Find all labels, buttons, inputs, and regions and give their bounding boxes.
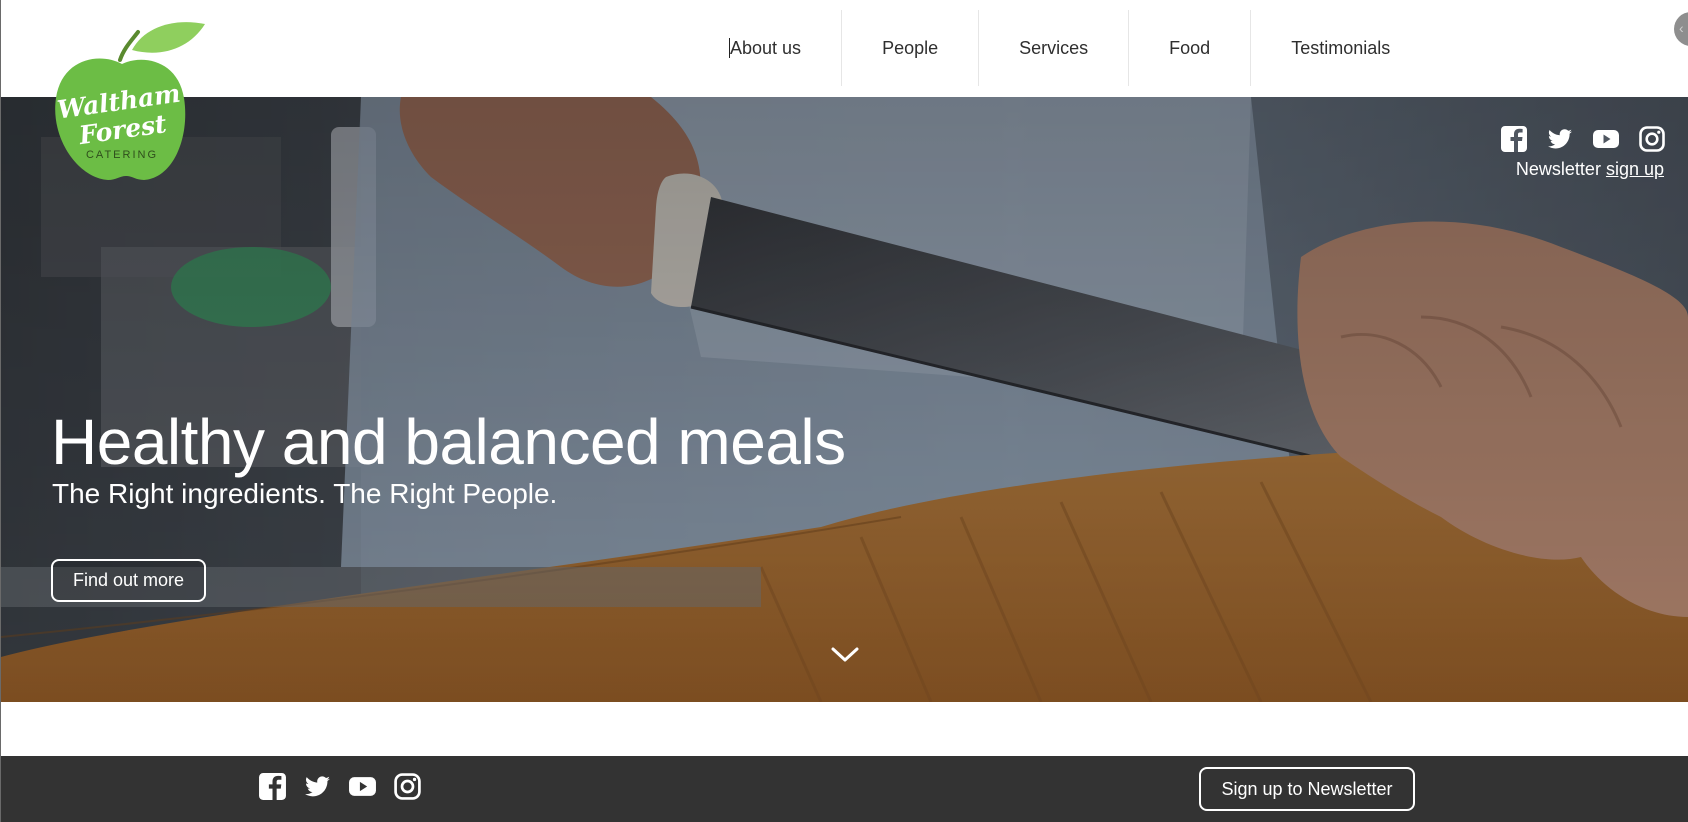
- footer-bar: Sign up to Newsletter: [0, 756, 1688, 822]
- facebook-icon[interactable]: [1500, 125, 1528, 153]
- instagram-icon[interactable]: [1638, 125, 1666, 153]
- newsletter-signup-button[interactable]: Sign up to Newsletter: [1199, 767, 1415, 811]
- nav-services-label: Services: [1019, 37, 1089, 58]
- youtube-icon[interactable]: [1592, 125, 1620, 153]
- main-nav: About us People Services Food Testimonia…: [690, 10, 1430, 86]
- find-out-more-button[interactable]: Find out more: [51, 559, 206, 602]
- chevron-down-icon[interactable]: [830, 645, 860, 665]
- nav-testimonials-label: Testimonials: [1291, 37, 1391, 58]
- nav-people[interactable]: People: [842, 10, 980, 86]
- nav-about-us-label: About us: [730, 37, 802, 58]
- newsletter-signup-link[interactable]: sign up: [1606, 159, 1664, 179]
- footer-social-links: [258, 772, 422, 801]
- newsletter-signup-top: Newsletter sign up: [1516, 159, 1664, 180]
- site-header: About us People Services Food Testimonia…: [0, 0, 1688, 97]
- chevron-left-icon: ‹: [1679, 20, 1684, 36]
- side-panel-tab[interactable]: ‹: [1674, 12, 1688, 46]
- nav-services[interactable]: Services: [979, 10, 1130, 86]
- twitter-icon[interactable]: [1546, 125, 1574, 153]
- hero-subtitle: The Right ingredients. The Right People.: [52, 478, 558, 509]
- nav-people-label: People: [882, 37, 939, 58]
- brand-logo[interactable]: Waltham Forest CATERING: [50, 18, 210, 186]
- hero-photo: [1, 97, 1688, 702]
- find-out-more-label: Find out more: [72, 570, 185, 590]
- newsletter-text: Newsletter: [1515, 159, 1601, 179]
- hero-title: Healthy and balanced meals: [51, 406, 846, 478]
- facebook-icon[interactable]: [258, 772, 287, 801]
- nav-food[interactable]: Food: [1129, 10, 1252, 86]
- youtube-icon[interactable]: [348, 772, 377, 801]
- nav-testimonials[interactable]: Testimonials: [1251, 10, 1430, 86]
- window-edge: [0, 0, 1, 822]
- instagram-icon[interactable]: [393, 772, 422, 801]
- newsletter-signup-button-label: Sign up to Newsletter: [1221, 778, 1393, 799]
- nav-about-us[interactable]: About us: [690, 10, 843, 86]
- hero-social-links: [1500, 125, 1666, 153]
- logo-tagline: CATERING: [86, 149, 158, 161]
- hero-banner: Newsletter sign up Healthy and balanced …: [1, 97, 1688, 702]
- nav-food-label: Food: [1169, 37, 1211, 58]
- leaf-shape: [132, 22, 205, 53]
- twitter-icon[interactable]: [303, 772, 332, 801]
